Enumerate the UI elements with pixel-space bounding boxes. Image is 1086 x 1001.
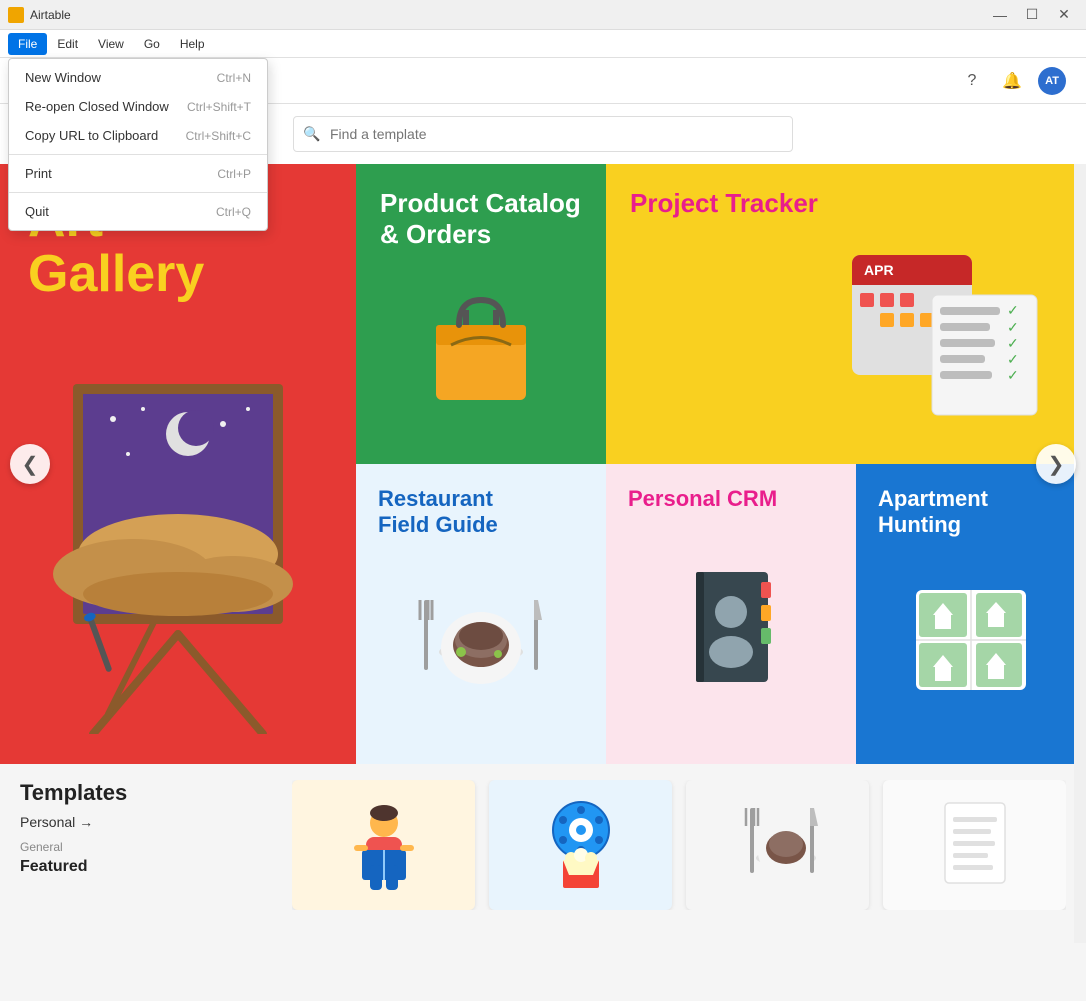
app-title: Airtable [30,8,71,22]
personal-arrow: → [79,814,93,830]
copy-url-label: Copy URL to Clipboard [25,128,158,143]
category-tabs: Personal → [20,814,260,830]
template-thumb-2[interactable] [489,780,672,910]
product-catalog-image [380,250,582,440]
right-cards-grid: Product Catalog& Orders Project Tracker [356,164,1086,764]
svg-text:✓: ✓ [1007,335,1019,351]
svg-text:✓: ✓ [1007,367,1019,383]
quit-label: Quit [25,204,49,219]
minimize-button[interactable]: — [986,1,1014,29]
new-window-label: New Window [25,70,101,85]
title-bar: Airtable — ☐ ✕ [0,0,1086,30]
menu-bar: File Edit View Go Help [0,30,1086,58]
menu-file[interactable]: File [8,33,47,55]
personal-category[interactable]: Personal → [20,814,93,830]
card-apartment-hunting[interactable]: ApartmentHunting [856,464,1086,764]
project-tracker-title: Project Tracker [630,188,1062,219]
sidebar-featured-label: Featured [20,858,260,876]
separator-1 [9,154,267,155]
copy-url-shortcut: Ctrl+Shift+C [186,129,251,143]
carousel-left-arrow[interactable]: ❮ [10,444,50,484]
personal-label: Personal [20,814,75,830]
template-thumb-1[interactable] [292,780,475,910]
search-icon: 🔍 [303,126,320,143]
project-tracker-image: APR [630,219,1062,440]
restaurant-image [378,539,584,742]
window-controls: — ☐ ✕ [986,1,1078,29]
template-thumb-4[interactable] [883,780,1066,910]
menu-print[interactable]: Print Ctrl+P [9,159,267,188]
separator-2 [9,192,267,193]
templates-title: Templates [20,780,260,806]
user-avatar[interactable]: AT [1038,67,1066,95]
restaurant-title: RestaurantField Guide [378,486,584,539]
reopen-window-label: Re-open Closed Window [25,99,169,114]
bottom-section: Templates Personal → General Featured [0,764,1086,1001]
search-input[interactable] [293,116,793,152]
template-thumbnails-row [292,780,1066,910]
menu-edit[interactable]: Edit [47,33,88,55]
new-window-shortcut: Ctrl+N [217,71,251,85]
sidebar-group-label: General [20,840,260,854]
card-personal-crm[interactable]: Personal CRM [606,464,856,764]
header-right: ? 🔔 AT [958,67,1066,95]
maximize-button[interactable]: ☐ [1018,1,1046,29]
templates-sidebar: Templates Personal → General Featured [20,780,260,910]
menu-copy-url[interactable]: Copy URL to Clipboard Ctrl+Shift+C [9,121,267,150]
search-input-wrap: 🔍 [293,116,793,152]
art-gallery-image [20,354,336,734]
svg-text:✓: ✓ [1007,302,1019,318]
bottom-layout: Templates Personal → General Featured [20,780,1066,910]
menu-new-window[interactable]: New Window Ctrl+N [9,63,267,92]
featured-carousel: ❮ ❯ ArtGallery [0,164,1086,764]
product-catalog-title: Product Catalog& Orders [380,188,582,250]
reopen-window-shortcut: Ctrl+Shift+T [187,100,251,114]
close-button[interactable]: ✕ [1050,1,1078,29]
print-label: Print [25,166,52,181]
menu-go[interactable]: Go [134,33,170,55]
notifications-icon[interactable]: 🔔 [998,67,1026,95]
svg-text:✓: ✓ [1007,319,1019,335]
template-thumb-3[interactable] [686,780,869,910]
menu-view[interactable]: View [88,33,134,55]
apartment-hunting-image [878,539,1064,742]
menu-quit[interactable]: Quit Ctrl+Q [9,197,267,226]
file-dropdown-menu: New Window Ctrl+N Re-open Closed Window … [8,58,268,231]
personal-crm-title: Personal CRM [628,486,834,512]
scrollbar[interactable] [1074,104,1086,943]
card-restaurant[interactable]: RestaurantField Guide [356,464,606,764]
apartment-hunting-title: ApartmentHunting [878,486,1064,539]
card-art-gallery[interactable]: ArtGallery [0,164,356,764]
card-project-tracker[interactable]: Project Tracker APR [606,164,1086,464]
card-product-catalog[interactable]: Product Catalog& Orders [356,164,606,464]
app-icon [8,7,24,23]
carousel-right-arrow[interactable]: ❯ [1036,444,1076,484]
title-bar-left: Airtable [8,7,71,23]
print-shortcut: Ctrl+P [217,167,251,181]
svg-text:✓: ✓ [1007,351,1019,367]
svg-text:APR: APR [864,262,894,278]
help-icon[interactable]: ? [958,67,986,95]
menu-reopen-window[interactable]: Re-open Closed Window Ctrl+Shift+T [9,92,267,121]
menu-help[interactable]: Help [170,33,215,55]
personal-crm-image [628,512,834,742]
quit-shortcut: Ctrl+Q [216,205,251,219]
